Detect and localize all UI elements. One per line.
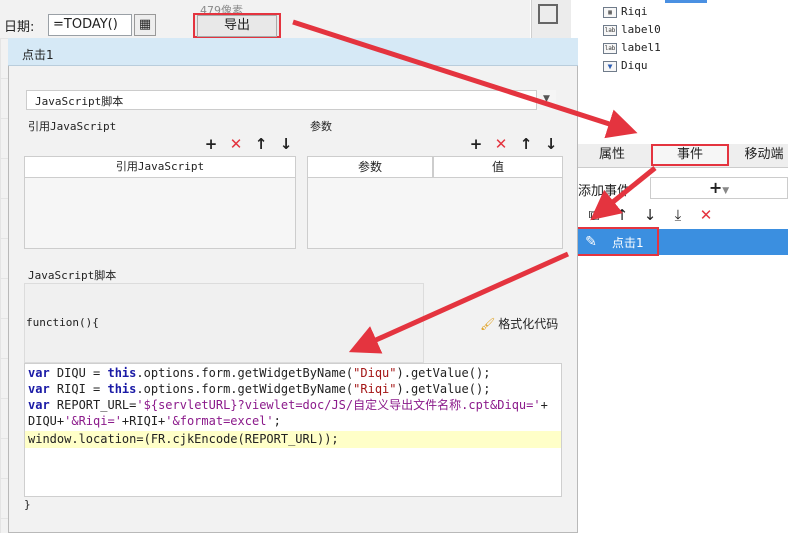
add-event-button[interactable]: +▼ (650, 177, 788, 199)
add-icon[interactable]: + (203, 136, 219, 152)
format-code-button[interactable]: 🖌 格式化代码 (480, 315, 558, 332)
export-button-label: 导出 (197, 15, 277, 37)
date-input[interactable]: =TODAY() (48, 14, 132, 36)
event-toolbar: ⧉ ↑ ↓ ⤓ ✕ (585, 206, 725, 226)
label-icon: lab (603, 24, 617, 36)
brush-icon: 🖌 (480, 317, 496, 331)
param-name-header: 参数 (307, 156, 433, 178)
dropdown-icon: ▼ (603, 60, 617, 72)
dialog-title: 点击1 (22, 48, 54, 62)
tree-item-riqi[interactable]: ▦ Riqi (603, 5, 648, 21)
tree-item-label0[interactable]: lab label0 (603, 23, 661, 39)
arrow-up-icon[interactable]: ↑ (613, 206, 631, 224)
delete-icon[interactable]: ✕ (493, 136, 509, 152)
tab-mobile[interactable]: 移动端 (734, 146, 788, 168)
delete-icon[interactable]: ✕ (697, 206, 715, 224)
code-line-5: window.location=(FR.cjkEncode(REPORT_URL… (28, 432, 339, 446)
code-line-4: DIQU+'&Riqi='+RIQI+'&format=excel'; (28, 414, 281, 428)
code-line-3: var REPORT_URL='${servletURL}?viewlet=do… (28, 398, 548, 412)
chevron-down-icon[interactable]: ▼ (536, 90, 556, 110)
code-line-1: var DIQU = this.options.form.getWidgetBy… (28, 366, 491, 380)
code-line-2: var RIQI = this.options.form.getWidgetBy… (28, 382, 491, 396)
arrow-down-icon[interactable]: ↓ (278, 136, 294, 152)
tree-item-label: Riqi (621, 5, 648, 18)
params-label: 参数 (310, 120, 332, 133)
label-icon: lab (603, 42, 617, 54)
tree-item-label: label1 (621, 41, 661, 54)
delete-icon[interactable]: ✕ (228, 136, 244, 152)
script-label: JavaScript脚本 (28, 269, 117, 282)
chevron-down-icon: ▼ (722, 186, 730, 196)
calendar-icon[interactable]: ▦ (134, 14, 156, 36)
format-code-label: 格式化代码 (498, 317, 559, 331)
add-icon[interactable]: + (468, 136, 484, 152)
ref-js-label: 引用JavaScript (28, 120, 117, 133)
ref-js-column-header: 引用JavaScript (24, 156, 296, 178)
arrow-up-icon[interactable]: ↑ (253, 136, 269, 152)
crop-icon[interactable] (538, 4, 558, 24)
widget-tree: ▦ Riqi lab label0 lab label1 ▼ Diqu (600, 0, 788, 80)
calendar-icon: ▦ (603, 6, 617, 18)
function-close: } (24, 498, 31, 511)
param-value-header: 值 (433, 156, 563, 178)
tree-item-label1[interactable]: lab label1 (603, 41, 661, 57)
arrow-down-icon[interactable]: ↓ (641, 206, 659, 224)
tree-item-label: Diqu (621, 59, 648, 72)
export-button[interactable]: 导出 (193, 13, 281, 38)
date-label: 日期: (4, 20, 35, 35)
tab-events[interactable]: 事件 (651, 144, 729, 166)
move-bottom-icon[interactable]: ⤓ (669, 206, 687, 224)
copy-icon[interactable]: ⧉ (585, 206, 603, 224)
event-highlight-box (575, 227, 659, 256)
tab-properties[interactable]: 属性 (582, 146, 642, 168)
function-open: function(){ (26, 316, 99, 329)
tree-item-diqu[interactable]: ▼ Diqu (603, 59, 648, 75)
plus-icon: + (708, 178, 723, 197)
tree-item-label: label0 (621, 23, 661, 36)
add-event-label: 添加事件 (578, 184, 631, 199)
arrow-up-icon[interactable]: ↑ (518, 136, 534, 152)
language-select[interactable]: JavaScript脚本 (26, 90, 556, 110)
arrow-down-icon[interactable]: ↓ (543, 136, 559, 152)
dialog-header (8, 38, 578, 66)
